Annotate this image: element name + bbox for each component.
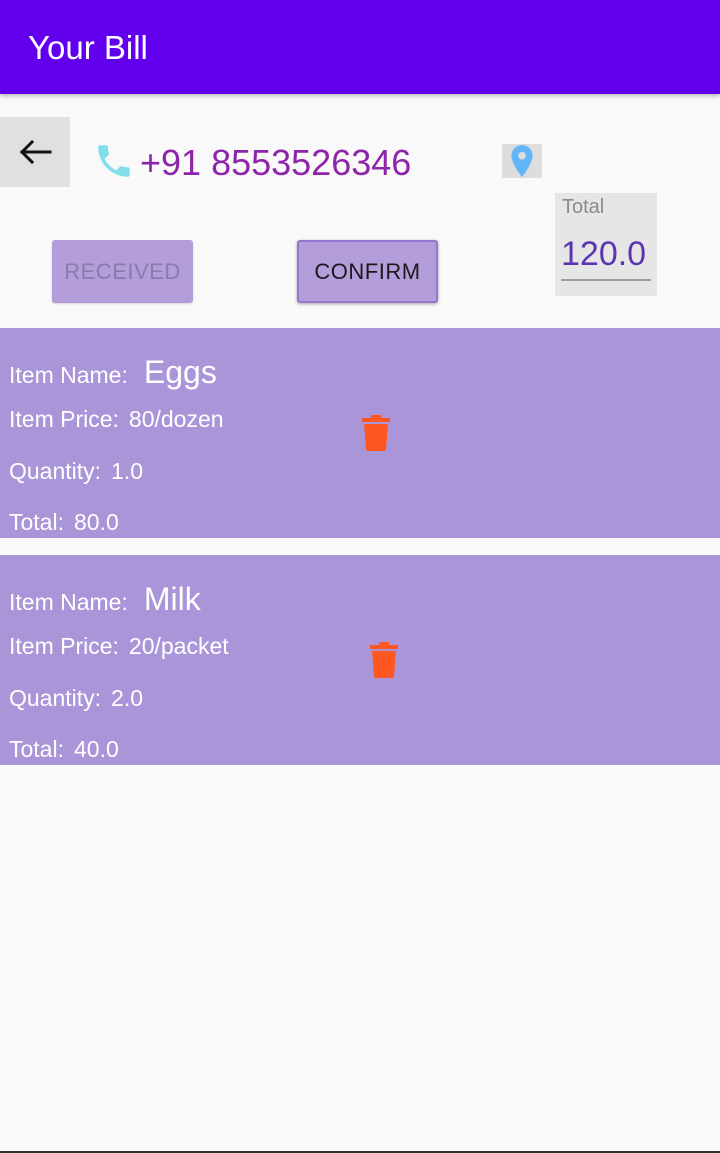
phone-number-link[interactable]: +91 8553526346 [140, 141, 411, 185]
item-price-row: Item Price: 20/packet [9, 633, 229, 660]
item-total-label: Total: [9, 736, 64, 762]
confirm-button[interactable]: CONFIRM [297, 240, 438, 303]
total-display: Total 120.0 [555, 193, 657, 296]
item-price-value: 20/packet [128, 633, 229, 659]
item-price-label: Item Price: [9, 406, 119, 432]
received-button[interactable]: RECEIVED [52, 240, 193, 303]
total-label: Total [562, 196, 605, 218]
item-price-value: 80/dozen [128, 406, 224, 432]
location-pin-icon [511, 145, 533, 177]
item-total-value: 40.0 [73, 736, 119, 762]
quantity-row: Quantity: 1.0 [9, 458, 143, 485]
back-button[interactable] [0, 117, 70, 187]
item-total-value: 80.0 [73, 509, 119, 535]
list-item: Item Name: Eggs Item Price: 80/dozen Quant… [0, 328, 720, 538]
total-value: 120.0 [561, 233, 651, 281]
item-name-row: Item Name: Eggs [9, 354, 217, 391]
quantity-label: Quantity: [9, 685, 102, 711]
item-total-row: Total: 80.0 [9, 509, 119, 536]
item-price-row: Item Price: 80/dozen [9, 406, 224, 433]
item-name-row: Item Name: Milk [9, 581, 201, 618]
list-item: Item Name: Milk Item Price: 20/packet Quan… [0, 555, 720, 765]
item-name-label: Item Name: [9, 589, 128, 615]
app-bar: Your Bill [0, 0, 720, 94]
arrow-left-icon [19, 139, 52, 165]
quantity-value: 1.0 [111, 458, 144, 484]
trash-icon[interactable] [362, 415, 390, 451]
phone-icon[interactable] [92, 140, 136, 182]
item-total-label: Total: [9, 509, 64, 535]
item-total-row: Total: 40.0 [9, 736, 119, 763]
item-name-value: Eggs [143, 354, 217, 390]
item-price-label: Item Price: [9, 633, 119, 659]
page-title: Your Bill [28, 29, 148, 66]
item-name-label: Item Name: [9, 362, 128, 388]
quantity-row: Quantity: 2.0 [9, 685, 143, 712]
quantity-label: Quantity: [9, 458, 102, 484]
trash-icon[interactable] [370, 642, 398, 678]
location-button[interactable] [502, 144, 542, 178]
item-name-value: Milk [143, 581, 201, 617]
quantity-value: 2.0 [111, 685, 144, 711]
